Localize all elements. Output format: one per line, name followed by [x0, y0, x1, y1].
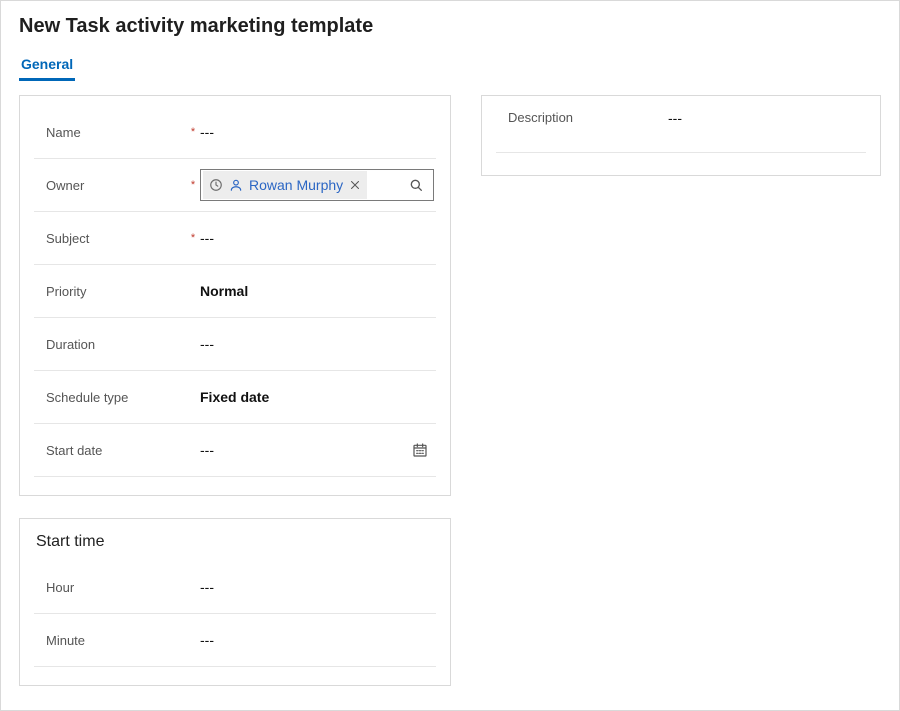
tab-general[interactable]: General [19, 52, 75, 81]
field-owner-label: Owner [36, 178, 186, 193]
field-name-value[interactable]: --- [200, 124, 434, 140]
owner-chip[interactable]: Rowan Murphy [203, 171, 367, 199]
field-schedule-type[interactable]: Schedule type Fixed date [34, 371, 436, 424]
field-minute-value[interactable]: --- [200, 632, 434, 648]
start-time-card: Start time Hour --- Minute --- [19, 518, 451, 686]
field-schedule-type-label: Schedule type [36, 390, 186, 405]
field-description[interactable]: Description --- [496, 106, 866, 153]
field-name[interactable]: Name * --- [34, 106, 436, 159]
field-minute-label: Minute [36, 633, 186, 648]
owner-lookup[interactable]: Rowan Murphy [200, 169, 434, 201]
field-priority-value[interactable]: Normal [200, 283, 434, 299]
form-page: New Task activity marketing template Gen… [0, 0, 900, 711]
start-time-title: Start time [36, 533, 436, 551]
field-duration-label: Duration [36, 337, 186, 352]
recent-icon [209, 178, 223, 192]
field-owner: Owner * Rowan Murphy [34, 159, 436, 212]
form-columns: Name * --- Owner * [19, 95, 881, 686]
field-hour-label: Hour [36, 580, 186, 595]
owner-chip-text: Rowan Murphy [249, 177, 343, 193]
start-date-text: --- [200, 442, 214, 458]
required-indicator: * [186, 126, 200, 138]
field-minute[interactable]: Minute --- [34, 614, 436, 667]
required-indicator: * [186, 232, 200, 244]
field-start-date-label: Start date [36, 443, 186, 458]
field-start-date-value[interactable]: --- [200, 442, 434, 458]
field-subject-label: Subject [36, 231, 186, 246]
field-priority[interactable]: Priority Normal [34, 265, 436, 318]
field-duration[interactable]: Duration --- [34, 318, 436, 371]
person-icon [229, 178, 243, 192]
field-description-label: Description [498, 110, 668, 126]
field-hour-value[interactable]: --- [200, 579, 434, 595]
calendar-icon[interactable] [412, 442, 428, 458]
field-duration-value[interactable]: --- [200, 336, 434, 352]
field-hour[interactable]: Hour --- [34, 561, 436, 614]
left-column: Name * --- Owner * [19, 95, 451, 686]
field-priority-label: Priority [36, 284, 186, 299]
field-schedule-type-value[interactable]: Fixed date [200, 389, 434, 405]
search-icon[interactable] [399, 177, 433, 193]
field-start-date[interactable]: Start date --- [34, 424, 436, 477]
required-indicator: * [186, 179, 200, 191]
page-title: New Task activity marketing template [19, 15, 881, 38]
field-subject[interactable]: Subject * --- [34, 212, 436, 265]
field-name-label: Name [36, 125, 186, 140]
field-description-value[interactable]: --- [668, 110, 864, 126]
description-card: Description --- [481, 95, 881, 176]
main-fields-card: Name * --- Owner * [19, 95, 451, 496]
remove-chip-icon[interactable] [349, 179, 361, 191]
field-subject-value[interactable]: --- [200, 230, 434, 246]
tab-bar: General [19, 52, 881, 81]
